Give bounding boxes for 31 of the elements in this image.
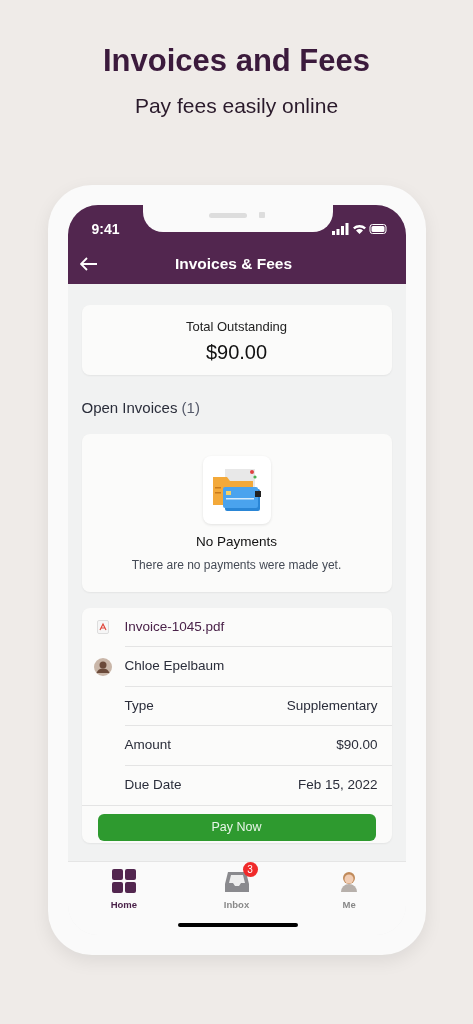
detail-value: $90.00: [336, 736, 378, 755]
speaker: [208, 213, 247, 218]
pdf-file-icon: [97, 620, 109, 635]
tab[interactable]: Home: [67, 862, 181, 935]
pay-now-button[interactable]: Pay Now: [97, 814, 376, 841]
detail-label: Amount: [124, 736, 172, 755]
detail-label: Type: [124, 696, 154, 715]
person-name: Chloe Epelbaum: [124, 657, 225, 676]
notification-badge: 3: [242, 862, 258, 877]
empty-title: No Payments: [195, 533, 277, 549]
invoice-file-link[interactable]: Invoice-1045.pdf: [124, 616, 225, 637]
summary-label: Total Outstanding: [185, 319, 288, 334]
back-icon[interactable]: [79, 256, 98, 271]
screen-title: Invoices & Fees: [173, 253, 294, 274]
status-time: 9:41: [91, 219, 120, 239]
inbox-icon: [224, 870, 249, 892]
camera: [258, 212, 265, 218]
detail-value: Feb 15, 2022: [297, 776, 378, 795]
subtitle: Pay fees easily online: [133, 93, 340, 120]
empty-message: There are no payments were made yet.: [131, 557, 342, 572]
status-icons: [331, 223, 388, 235]
avatar-icon: [94, 657, 112, 676]
detail-value: Supplementary: [286, 696, 378, 715]
summary-amount: $90.00: [205, 340, 268, 363]
section-title: Open Invoices: [81, 399, 178, 416]
headline: Invoices and Fees: [101, 44, 372, 79]
grid-icon: [111, 869, 136, 893]
folder-card-icon: [210, 466, 263, 513]
tab[interactable]: Me: [292, 862, 406, 935]
section-count: (1): [181, 399, 200, 416]
detail-label: Due Date: [124, 776, 182, 795]
